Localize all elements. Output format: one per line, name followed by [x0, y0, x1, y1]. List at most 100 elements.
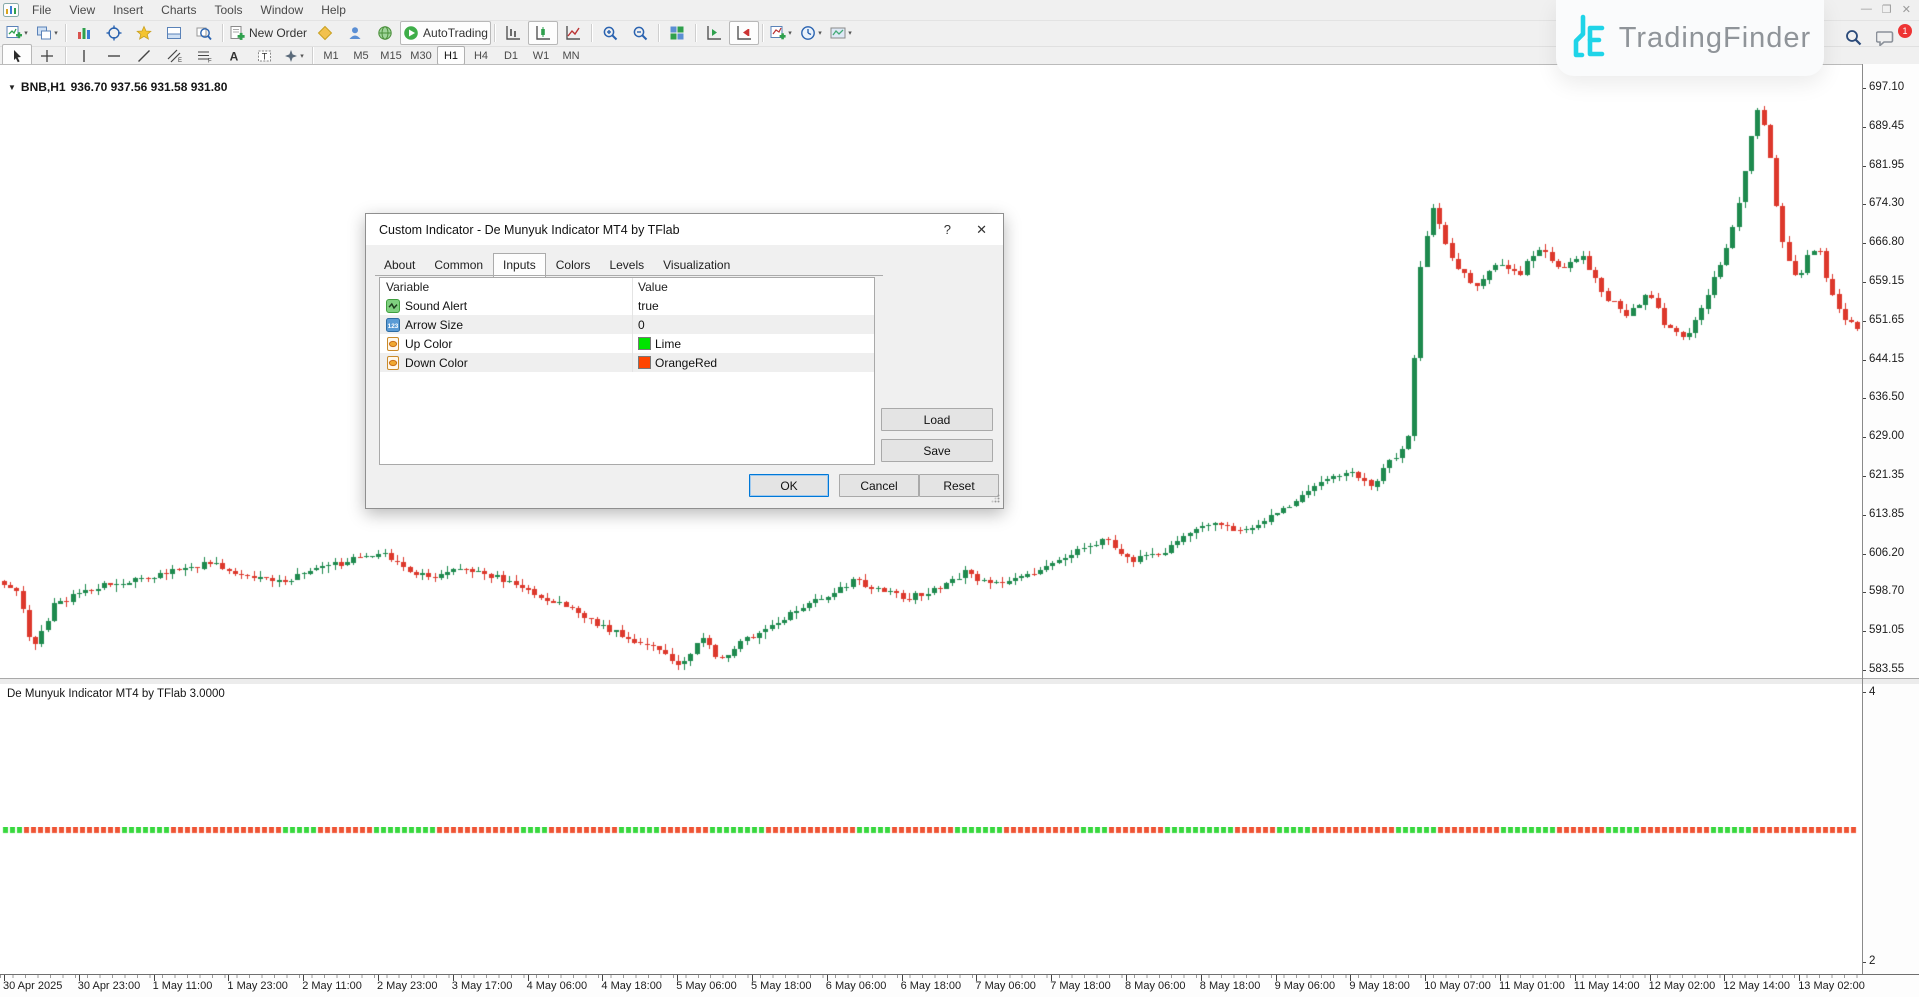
timeframe-toolbar: M1M5M15M30H1H4D1W1MN: [316, 46, 586, 65]
time-axis-label: 30 Apr 2025: [3, 980, 62, 992]
time-axis-label: 30 Apr 23:00: [78, 980, 140, 992]
tradingfinder-logo-icon: [1569, 13, 1609, 63]
cancel-button[interactable]: Cancel: [839, 474, 919, 497]
time-axis-label: 4 May 06:00: [527, 980, 588, 992]
value-cell[interactable]: Lime: [633, 334, 874, 353]
app-logo-icon: [3, 3, 19, 17]
data-window-button[interactable]: [99, 21, 129, 45]
indicators-button[interactable]: ▾: [766, 21, 796, 45]
save-button[interactable]: Save: [881, 439, 993, 462]
sound-alert-icon: [386, 299, 400, 313]
timeframe-m15-button[interactable]: M15: [377, 46, 405, 65]
variable-column-header[interactable]: Variable: [380, 278, 633, 296]
market-button[interactable]: [370, 21, 400, 45]
color-input-icon: [386, 356, 400, 370]
timeframe-w1-button[interactable]: W1: [527, 46, 555, 65]
line-chart-icon: [565, 25, 581, 41]
dialog-help-button[interactable]: ?: [944, 222, 951, 237]
input-row-arrow-size[interactable]: 123Arrow Size0: [380, 315, 874, 334]
metaeditor-button[interactable]: [310, 21, 340, 45]
community-button[interactable]: [340, 21, 370, 45]
profiles-button[interactable]: ▾: [32, 21, 62, 45]
market-watch-icon: [76, 25, 92, 41]
time-axis-label: 4 May 18:00: [601, 980, 662, 992]
line-chart-button[interactable]: [558, 21, 588, 45]
tile-windows-button[interactable]: [662, 21, 692, 45]
new-order-button[interactable]: New Order: [226, 21, 310, 45]
periods-button[interactable]: ▾: [796, 21, 826, 45]
indicator-strip-canvas: [0, 827, 1862, 834]
menu-item-window[interactable]: Window: [252, 1, 313, 19]
navigator-button[interactable]: [129, 21, 159, 45]
reset-button[interactable]: Reset: [919, 474, 999, 497]
timeframe-m30-button[interactable]: M30: [407, 46, 435, 65]
time-axis[interactable]: 30 Apr 202530 Apr 23:001 May 11:001 May …: [0, 974, 1919, 997]
candlestick-chart-button[interactable]: [528, 21, 558, 45]
input-row-down-color[interactable]: Down ColorOrangeRed: [380, 353, 874, 372]
input-row-up-color[interactable]: Up ColorLime: [380, 334, 874, 353]
dialog-titlebar[interactable]: Custom Indicator - De Munyuk Indicator M…: [366, 214, 1003, 245]
tab-colors[interactable]: Colors: [547, 254, 600, 277]
price-axis-label: 644.15: [1869, 353, 1904, 365]
color-input-icon: [386, 337, 400, 351]
chart-shift-button[interactable]: [699, 21, 729, 45]
menu-item-tools[interactable]: Tools: [206, 1, 252, 19]
timeframe-h4-button[interactable]: H4: [467, 46, 495, 65]
strategy-tester-button[interactable]: [189, 21, 219, 45]
toolbar-separator: [494, 24, 495, 42]
load-button[interactable]: Load: [881, 408, 993, 431]
market-watch-button[interactable]: [69, 21, 99, 45]
templates-button[interactable]: ▾: [826, 21, 856, 45]
tab-visualization[interactable]: Visualization: [654, 254, 739, 277]
timeframe-m1-button[interactable]: M1: [317, 46, 345, 65]
zoom-out-icon: [632, 25, 648, 41]
dialog-close-button[interactable]: ✕: [976, 222, 987, 238]
toolbar-separator: [65, 47, 66, 65]
variable-cell: Sound Alert: [380, 296, 633, 315]
chevron-down-icon[interactable]: ▼: [8, 83, 16, 92]
menu-item-help[interactable]: Help: [312, 1, 355, 19]
zoom-in-button[interactable]: [595, 21, 625, 45]
autotrading-button[interactable]: AutoTrading: [400, 21, 491, 45]
tab-about[interactable]: About: [375, 254, 424, 277]
fibonacci-icon: F: [197, 49, 212, 63]
new-chart-button[interactable]: ▾: [2, 21, 32, 45]
time-axis-label: 3 May 17:00: [452, 980, 513, 992]
new-chart-icon: [6, 25, 22, 41]
timeframe-h1-button[interactable]: H1: [437, 46, 465, 65]
search-icon[interactable]: [1845, 29, 1862, 46]
resize-grip-icon: [991, 494, 1000, 503]
timeframe-mn-button[interactable]: MN: [557, 46, 585, 65]
terminal-button[interactable]: [159, 21, 189, 45]
value-cell[interactable]: true: [633, 296, 874, 315]
window-close-button[interactable]: ✕: [1902, 3, 1911, 16]
value-cell[interactable]: OrangeRed: [633, 353, 874, 372]
price-axis-label: 689.45: [1869, 120, 1904, 132]
chat-icon[interactable]: [1876, 29, 1894, 46]
menu-item-view[interactable]: View: [60, 1, 104, 19]
input-row-sound-alert[interactable]: Sound Alerttrue: [380, 296, 874, 315]
tab-levels[interactable]: Levels: [600, 254, 653, 277]
zoom-out-button[interactable]: [625, 21, 655, 45]
price-axis[interactable]: 697.10689.45681.95674.30666.80659.15651.…: [1862, 64, 1919, 678]
ok-button[interactable]: OK: [749, 474, 829, 497]
window-minimize-button[interactable]: —: [1861, 3, 1872, 16]
price-axis-label: 659.15: [1869, 275, 1904, 287]
value-column-header[interactable]: Value: [633, 278, 874, 296]
candlestick-icon: [535, 25, 551, 41]
timeframe-d1-button[interactable]: D1: [497, 46, 525, 65]
value-cell[interactable]: 0: [633, 315, 874, 334]
menu-item-insert[interactable]: Insert: [104, 1, 152, 19]
menu-item-charts[interactable]: Charts: [152, 1, 205, 19]
time-axis-label: 1 May 11:00: [153, 980, 213, 992]
trendline-icon: [137, 49, 151, 63]
timeframe-m5-button[interactable]: M5: [347, 46, 375, 65]
auto-scroll-button[interactable]: [729, 21, 759, 45]
window-restore-button[interactable]: ❐: [1882, 3, 1892, 16]
dropdown-caret-icon: ▾: [818, 29, 822, 37]
bar-chart-button[interactable]: [498, 21, 528, 45]
resize-grip[interactable]: [991, 494, 1000, 505]
indicator-axis[interactable]: 4 2: [1862, 684, 1919, 974]
menu-item-file[interactable]: File: [23, 1, 60, 19]
tab-common[interactable]: Common: [425, 254, 492, 277]
